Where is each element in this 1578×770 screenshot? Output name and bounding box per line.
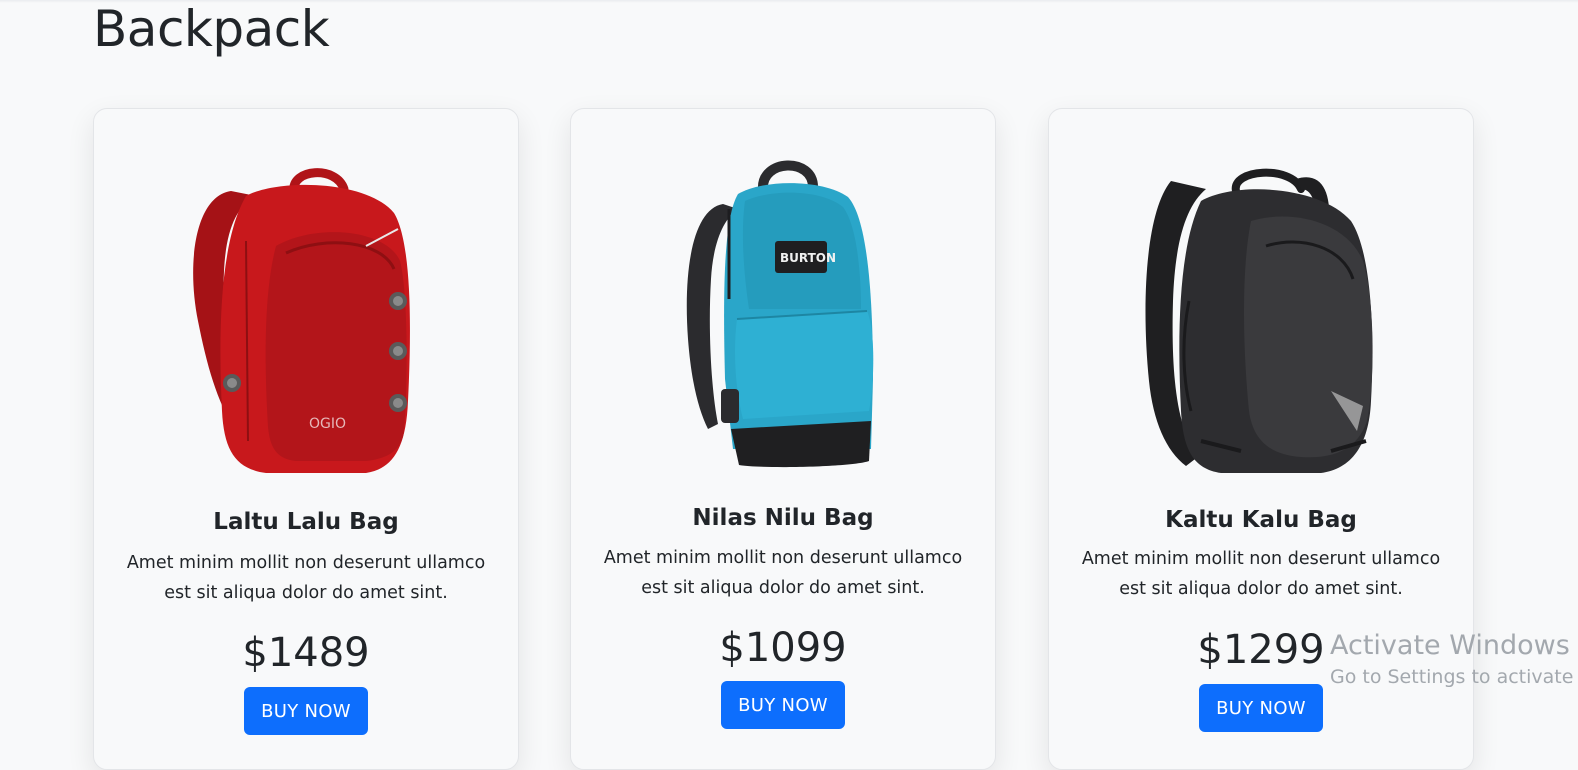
product-card-nilas: BURTON Nilas Nilu Bag Amet minim mollit … (570, 108, 996, 770)
buy-now-button[interactable]: BUY NOW (244, 687, 368, 735)
ogio-logo-text: OGIO (309, 416, 346, 432)
product-name: Nilas Nilu Bag (692, 505, 874, 531)
buy-now-button[interactable]: BUY NOW (1199, 684, 1323, 732)
product-price: $1489 (242, 630, 370, 676)
buy-now-button[interactable]: BUY NOW (721, 681, 845, 729)
section-title: Backpack (93, 0, 330, 58)
product-description: Amet minim mollit non deserunt ullamco e… (1081, 549, 1441, 599)
blue-backpack-image: BURTON (686, 160, 874, 468)
product-card-laltu: OGIO Laltu Lalu Bag Amet minim mollit no… (93, 108, 519, 770)
burton-logo-text: BURTON (780, 251, 836, 265)
product-price: $1099 (719, 625, 847, 671)
black-backpack-image (1145, 168, 1373, 473)
product-description: Amet minim mollit non deserunt ullamco e… (603, 548, 963, 598)
product-price: $1299 (1197, 627, 1325, 673)
product-description: Amet minim mollit non deserunt ullamco e… (126, 553, 486, 603)
product-name: Laltu Lalu Bag (213, 509, 399, 535)
product-card-kaltu: Kaltu Kalu Bag Amet minim mollit non des… (1048, 108, 1474, 770)
product-name: Kaltu Kalu Bag (1165, 507, 1357, 533)
red-backpack-image: OGIO (193, 168, 410, 473)
